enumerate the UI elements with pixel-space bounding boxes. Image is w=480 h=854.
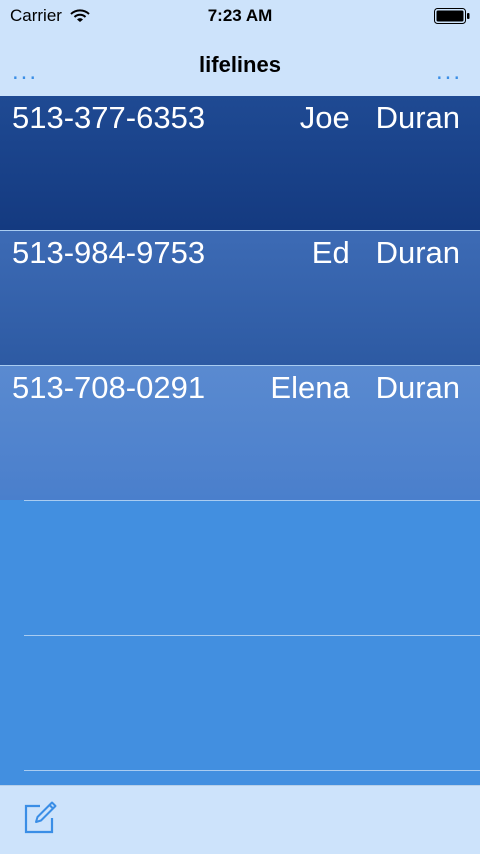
contact-row[interactable]: 513-708-0291 Elena Duran xyxy=(0,366,480,500)
contact-first-name: Ed xyxy=(311,235,350,270)
status-time: 7:23 AM xyxy=(207,6,273,25)
contact-first-name: Elena xyxy=(270,370,350,405)
contact-phone: 513-984-9753 xyxy=(12,235,206,270)
contact-row[interactable]: 513-984-9753 Ed Duran xyxy=(0,231,480,365)
bottom-toolbar xyxy=(0,785,480,854)
battery-icon xyxy=(434,8,470,24)
contact-last-name: Duran xyxy=(375,100,460,135)
compose-icon[interactable] xyxy=(22,800,58,836)
contact-phone: 513-377-6353 xyxy=(12,100,206,135)
contact-last-name: Duran xyxy=(375,370,460,405)
empty-row xyxy=(0,501,480,635)
nav-bar: ... lifelines ... xyxy=(0,32,480,96)
status-bar: Carrier 7:23 AM xyxy=(0,0,480,32)
contact-phone: 513-708-0291 xyxy=(12,370,206,405)
contact-row[interactable]: 513-377-6353 Joe Duran xyxy=(0,96,480,230)
contact-name: Joe Duran xyxy=(300,100,460,136)
contact-first-name: Joe xyxy=(299,100,350,135)
row-divider xyxy=(24,770,480,771)
contact-last-name: Duran xyxy=(375,235,460,270)
contact-name: Ed Duran xyxy=(312,235,460,271)
right-more-button[interactable]: ... xyxy=(436,60,468,84)
page-title: lifelines xyxy=(199,52,281,77)
contact-name: Elena Duran xyxy=(270,370,460,406)
contact-list: 513-377-6353 Joe Duran 513-984-9753 Ed D… xyxy=(0,96,480,785)
empty-row xyxy=(0,636,480,770)
